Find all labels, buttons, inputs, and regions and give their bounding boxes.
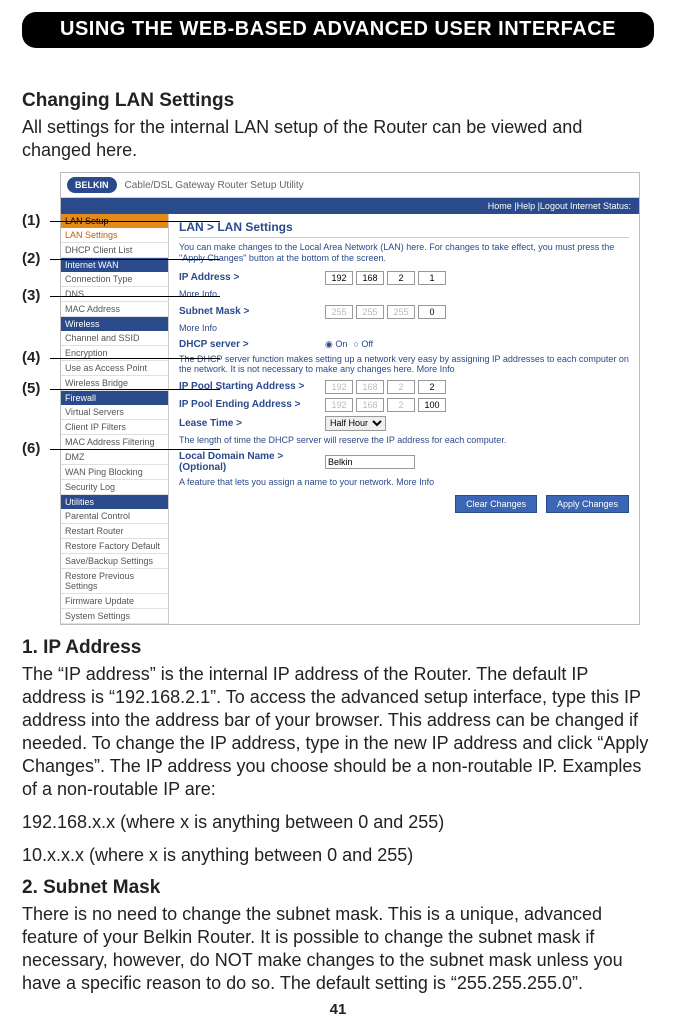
example-2: 10.x.x.x (where x is anything between 0 … xyxy=(22,844,654,867)
domain-blurb: A feature that lets you assign a name to… xyxy=(179,477,629,487)
dhcp-on-text: On xyxy=(335,339,347,349)
callout-column: (1) (2) (3) (4) (5) (6) xyxy=(22,172,60,625)
product-name: Cable/DSL Gateway Router Setup Utility xyxy=(125,180,304,191)
subnet-label: Subnet Mask > xyxy=(179,306,319,317)
pool-end-label: IP Pool Ending Address > xyxy=(179,399,319,410)
pool-end-1[interactable] xyxy=(325,398,353,412)
nav-sec-wan: Internet WAN xyxy=(61,258,168,272)
nav-mac-filtering[interactable]: MAC Address Filtering xyxy=(61,435,168,450)
nav-conn-type[interactable]: Connection Type xyxy=(61,272,168,287)
nav-restart[interactable]: Restart Router xyxy=(61,524,168,539)
ip-octet-2[interactable] xyxy=(356,271,384,285)
subnet-octet-4[interactable] xyxy=(418,305,446,319)
brand-logo: BELKIN xyxy=(67,177,117,193)
intro-paragraph: All settings for the internal LAN setup … xyxy=(22,116,654,162)
callout-5: (5) xyxy=(22,380,40,397)
callout-6: (6) xyxy=(22,440,40,457)
page-number: 41 xyxy=(0,1001,676,1018)
nav-channel-ssid[interactable]: Channel and SSID xyxy=(61,331,168,346)
example-1: 192.168.x.x (where x is anything between… xyxy=(22,811,654,834)
lease-blurb: The length of time the DHCP server will … xyxy=(179,435,629,445)
domain-label: Local Domain Name > (Optional) xyxy=(179,451,319,473)
panel-title: LAN > LAN Settings xyxy=(179,220,629,238)
apply-changes-button[interactable]: Apply Changes xyxy=(546,495,629,513)
clear-changes-button[interactable]: Clear Changes xyxy=(455,495,537,513)
nav-firmware[interactable]: Firmware Update xyxy=(61,594,168,609)
nav-sec-utilities: Utilities xyxy=(61,495,168,509)
screenshot-figure: (1) (2) (3) (4) (5) (6) BELKIN Cable/DSL… xyxy=(22,172,654,625)
dhcp-off-radio[interactable]: ○ Off xyxy=(353,339,373,349)
dhcp-off-text: Off xyxy=(361,339,373,349)
nav-dns[interactable]: DNS xyxy=(61,287,168,302)
lease-select[interactable]: Half Hour xyxy=(325,416,386,431)
pool-end-3[interactable] xyxy=(387,398,415,412)
ip-address-paragraph: The “IP address” is the internal IP addr… xyxy=(22,663,654,801)
domain-input[interactable] xyxy=(325,455,415,469)
dhcp-blurb: The DHCP server function makes setting u… xyxy=(179,354,629,374)
pool-start-3[interactable] xyxy=(387,380,415,394)
panel-blurb: You can make changes to the Local Area N… xyxy=(179,242,629,265)
callout-1: (1) xyxy=(22,212,40,229)
section-heading: Changing LAN Settings xyxy=(22,90,654,112)
nav-sec-firewall: Firewall xyxy=(61,391,168,405)
router-ui-screenshot: BELKIN Cable/DSL Gateway Router Setup Ut… xyxy=(60,172,640,625)
subnet-paragraph: There is no need to change the subnet ma… xyxy=(22,903,654,995)
nav-dhcp-client-list[interactable]: DHCP Client List xyxy=(61,243,168,258)
nav-system[interactable]: System Settings xyxy=(61,609,168,624)
pool-end-2[interactable] xyxy=(356,398,384,412)
nav-restore-default[interactable]: Restore Factory Default xyxy=(61,539,168,554)
nav-restore-prev[interactable]: Restore Previous Settings xyxy=(61,569,168,594)
subnet-octet-1[interactable] xyxy=(325,305,353,319)
ip-address-heading: 1. IP Address xyxy=(22,637,654,659)
pool-end-4[interactable] xyxy=(418,398,446,412)
callout-3: (3) xyxy=(22,287,40,304)
subnet-octet-2[interactable] xyxy=(356,305,384,319)
left-nav: LAN Setup LAN Settings DHCP Client List … xyxy=(61,214,169,624)
ip-octet-1[interactable] xyxy=(325,271,353,285)
subnet-heading: 2. Subnet Mask xyxy=(22,877,654,899)
nav-access-point[interactable]: Use as Access Point xyxy=(61,361,168,376)
nav-wan-ping[interactable]: WAN Ping Blocking xyxy=(61,465,168,480)
nav-mac-addr[interactable]: MAC Address xyxy=(61,302,168,317)
callout-4: (4) xyxy=(22,349,40,366)
pool-start-2[interactable] xyxy=(356,380,384,394)
screenshot-header: BELKIN Cable/DSL Gateway Router Setup Ut… xyxy=(61,173,639,198)
ip-octet-3[interactable] xyxy=(387,271,415,285)
ip-more-info[interactable]: More Info xyxy=(179,289,629,299)
pool-start-4[interactable] xyxy=(418,380,446,394)
settings-panel: LAN > LAN Settings You can make changes … xyxy=(169,214,639,624)
pool-start-1[interactable] xyxy=(325,380,353,394)
nav-security-log[interactable]: Security Log xyxy=(61,480,168,495)
callout-2: (2) xyxy=(22,250,40,267)
nav-lan-settings[interactable]: LAN Settings xyxy=(61,228,168,243)
nav-sec-wireless: Wireless xyxy=(61,317,168,331)
lease-label: Lease Time > xyxy=(179,418,319,429)
nav-virtual-servers[interactable]: Virtual Servers xyxy=(61,405,168,420)
ip-address-label: IP Address > xyxy=(179,272,319,283)
pool-start-label: IP Pool Starting Address > xyxy=(179,381,319,392)
page-title-bar: USING THE WEB-BASED ADVANCED USER INTERF… xyxy=(22,12,654,48)
dhcp-label: DHCP server > xyxy=(179,339,319,350)
nav-dmz[interactable]: DMZ xyxy=(61,450,168,465)
nav-client-ip-filters[interactable]: Client IP Filters xyxy=(61,420,168,435)
subnet-more-info[interactable]: More Info xyxy=(179,323,629,333)
subnet-octet-3[interactable] xyxy=(387,305,415,319)
ip-octet-4[interactable] xyxy=(418,271,446,285)
nav-parental[interactable]: Parental Control xyxy=(61,509,168,524)
nav-save-backup[interactable]: Save/Backup Settings xyxy=(61,554,168,569)
dhcp-on-radio[interactable]: ◉ On xyxy=(325,339,347,350)
top-blue-bar: Home |Help |Logout Internet Status: xyxy=(61,198,639,214)
